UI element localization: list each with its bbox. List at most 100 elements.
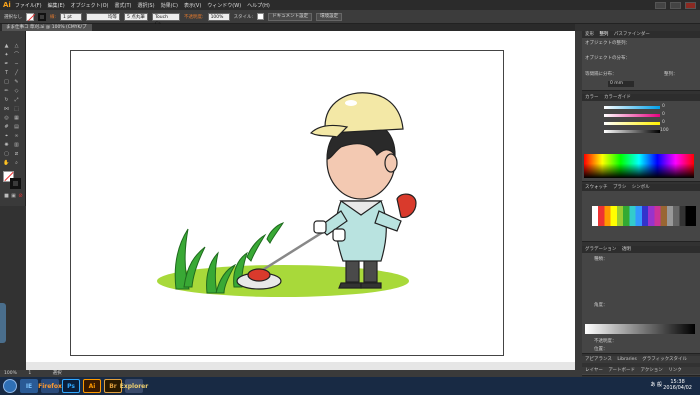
tab-swatches[interactable]: スウォッチ xyxy=(585,185,608,190)
document-setup-button[interactable]: ドキュメント設定 xyxy=(268,12,313,21)
artboard-number[interactable]: 1 xyxy=(28,371,31,376)
zoom-tool-icon[interactable]: ⌕ xyxy=(13,160,20,167)
pen-tool-icon[interactable]: ✒ xyxy=(3,61,10,68)
symbol-sprayer-tool-icon[interactable]: ✺ xyxy=(3,142,10,149)
menu-type[interactable]: 書式(T) xyxy=(115,2,132,9)
artboard[interactable] xyxy=(70,50,504,356)
menu-window[interactable]: ウィンドウ(W) xyxy=(207,2,241,9)
tab-symbols[interactable]: シンボル xyxy=(632,185,650,190)
type-tool-icon[interactable]: T xyxy=(3,70,10,77)
lasso-tool-icon[interactable]: ⌒ xyxy=(13,52,20,59)
brush-definition[interactable]: 5 点丸筆 xyxy=(124,12,149,21)
gradient-tool-icon[interactable]: ▤ xyxy=(13,124,20,131)
tab-appearance[interactable]: アピアランス xyxy=(585,357,612,362)
color-mode-icon[interactable]: ■ xyxy=(3,193,10,200)
ime-indicator[interactable]: あ 般 xyxy=(650,381,662,388)
selection-tool-icon[interactable]: ▲ xyxy=(3,43,10,50)
cmyk-slider-m[interactable] xyxy=(604,114,660,117)
menu-object[interactable]: オブジェクト(O) xyxy=(71,2,109,9)
tab-transparency[interactable]: 透明 xyxy=(622,247,631,252)
tab-align[interactable]: 整列 xyxy=(599,32,608,37)
brush-definition-2[interactable]: Touch Ca... xyxy=(152,12,181,27)
menu-help[interactable]: ヘルプ(H) xyxy=(247,2,270,9)
color-panel: カラー カラーガイド 0 0 0 100 xyxy=(582,94,700,182)
preferences-button[interactable]: 環境設定 xyxy=(316,12,343,21)
tab-graphic-styles[interactable]: グラフィックスタイル xyxy=(642,357,687,362)
tab-color[interactable]: カラー xyxy=(585,95,599,100)
k-value[interactable]: 100 xyxy=(660,128,669,133)
magic-wand-tool-icon[interactable]: ✦ xyxy=(3,52,10,59)
gradient-mode-icon[interactable]: ▣ xyxy=(10,193,17,200)
none-mode-icon[interactable]: ⊘ xyxy=(17,193,24,200)
distribute-objects-label: オブジェクトの分布： xyxy=(585,56,630,61)
taskbar-ie-icon[interactable]: IE xyxy=(20,379,38,393)
taskbar-clock[interactable]: 15:38 2016/04/02 xyxy=(663,379,692,391)
tab-brushes[interactable]: ブラシ xyxy=(613,185,626,190)
m-value[interactable]: 0 xyxy=(662,112,665,117)
minimize-button[interactable] xyxy=(655,1,666,9)
blend-tool-icon[interactable]: ∞ xyxy=(13,133,20,140)
stroke-width-field[interactable]: 1 pt xyxy=(60,12,83,21)
opacity-field[interactable]: 100% xyxy=(207,12,230,21)
taskbar-photoshop-icon[interactable]: Ps xyxy=(62,379,80,393)
horizontal-scrollbar[interactable] xyxy=(26,362,575,370)
width-tool-icon[interactable]: ⋈ xyxy=(3,106,10,113)
style-swatch[interactable] xyxy=(257,13,265,20)
close-button[interactable] xyxy=(685,1,696,9)
cmyk-slider-k[interactable] xyxy=(604,130,660,133)
curvature-tool-icon[interactable]: ∽ xyxy=(13,61,20,68)
free-transform-tool-icon[interactable]: ⬚ xyxy=(13,106,20,113)
direct-selection-tool-icon[interactable]: △ xyxy=(13,43,20,50)
stroke-color-icon[interactable] xyxy=(10,178,21,189)
eraser-tool-icon[interactable]: ◇ xyxy=(13,88,20,95)
y-value[interactable]: 0 xyxy=(662,120,665,125)
spacing-field[interactable]: 0 mm xyxy=(608,81,634,87)
pencil-tool-icon[interactable]: ✏ xyxy=(3,88,10,95)
cmyk-slider-c[interactable] xyxy=(604,106,660,109)
tab-artboards[interactable]: アートボード xyxy=(608,368,635,373)
paintbrush-tool-icon[interactable]: ✎ xyxy=(13,79,20,86)
start-button[interactable] xyxy=(3,379,17,393)
rectangle-tool-icon[interactable]: □ xyxy=(3,79,10,86)
cmyk-slider-y[interactable] xyxy=(604,122,660,125)
tab-color-guide[interactable]: カラーガイド xyxy=(604,95,631,100)
line-tool-icon[interactable]: ╱ xyxy=(13,70,20,77)
rotate-tool-icon[interactable]: ↻ xyxy=(3,97,10,104)
menu-view[interactable]: 表示(V) xyxy=(184,2,201,9)
gradient-opacity-label: 不透明度： xyxy=(594,339,617,344)
mesh-tool-icon[interactable]: # xyxy=(3,124,10,131)
graph-tool-icon[interactable]: ▥ xyxy=(13,142,20,149)
color-spectrum[interactable] xyxy=(584,154,694,178)
perspective-grid-tool-icon[interactable]: ▦ xyxy=(13,115,20,122)
tab-layers[interactable]: レイヤー xyxy=(585,368,603,373)
tab-actions[interactable]: アクション xyxy=(640,368,662,373)
gradient-slider[interactable] xyxy=(585,324,695,334)
hand-tool-icon[interactable]: ✋ xyxy=(3,160,10,167)
eyedropper-tool-icon[interactable]: ⌖ xyxy=(3,133,10,140)
tab-links[interactable]: リンク xyxy=(668,368,682,373)
taskbar-explorer-icon[interactable]: Explorer xyxy=(120,379,148,393)
menu-file[interactable]: ファイル(F) xyxy=(15,2,42,9)
tab-libraries[interactable]: Libraries xyxy=(617,357,636,362)
tab-pathfinder[interactable]: パスファインダー xyxy=(614,32,650,37)
swatch-grid[interactable] xyxy=(592,206,696,226)
maximize-button[interactable] xyxy=(670,1,681,9)
menu-effect[interactable]: 効果(C) xyxy=(161,2,178,9)
stroke-swatch[interactable] xyxy=(38,12,46,21)
menu-select[interactable]: 選択(S) xyxy=(137,2,154,9)
taskbar-firefox-icon[interactable]: Firefox xyxy=(38,379,62,393)
shape-builder-tool-icon[interactable]: ◎ xyxy=(3,115,10,122)
scale-tool-icon[interactable]: ⤢ xyxy=(13,97,20,104)
artboard-tool-icon[interactable]: ▢ xyxy=(3,151,10,158)
stroke-profile[interactable]: 均等 xyxy=(86,12,121,21)
tab-gradient[interactable]: グラデーション xyxy=(585,247,616,252)
document-tab[interactable]: まま仕事コ 草刈.ai @ 100% (CMYK/プレビュー) xyxy=(2,24,92,37)
taskbar-illustrator-icon[interactable]: Ai xyxy=(83,379,101,393)
zoom-level[interactable]: 100% xyxy=(4,371,17,376)
slice-tool-icon[interactable]: ⧄ xyxy=(13,151,20,158)
tab-transform[interactable]: 変形 xyxy=(585,32,594,37)
fill-swatch[interactable] xyxy=(26,12,36,21)
menu-edit[interactable]: 編集(E) xyxy=(48,2,65,9)
side-panel-handle[interactable] xyxy=(0,303,6,343)
c-value[interactable]: 0 xyxy=(662,104,665,109)
